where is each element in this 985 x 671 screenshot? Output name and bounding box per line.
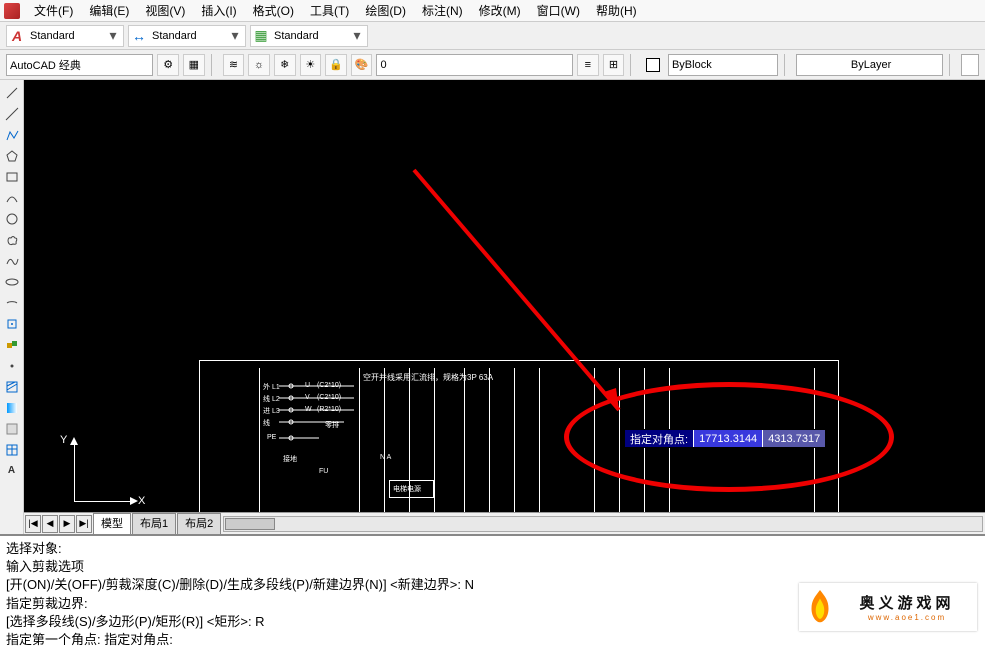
dimstyle-icon[interactable]: ↔ [129, 26, 149, 46]
tool-hatch[interactable] [2, 377, 22, 396]
tool-region[interactable] [2, 419, 22, 438]
layer-select[interactable] [376, 54, 573, 76]
workspace-select[interactable] [6, 54, 153, 76]
layer-lock-icon[interactable]: 🔒 [325, 54, 347, 76]
tab-nav-next[interactable]: ▶ [59, 515, 75, 533]
tool-table[interactable] [2, 440, 22, 459]
tool-block[interactable] [2, 335, 22, 354]
dropdown-icon[interactable]: ▾ [103, 26, 123, 46]
menu-view[interactable]: 视图(V) [137, 0, 193, 21]
tool-arc[interactable] [2, 188, 22, 207]
tool-revcloud[interactable] [2, 230, 22, 249]
tooltip-label: 指定对角点: [625, 430, 693, 447]
color-swatch-icon[interactable] [646, 58, 660, 72]
menu-dimension[interactable]: 标注(N) [414, 0, 471, 21]
workspace-settings-icon[interactable]: ⚙ [157, 54, 179, 76]
lineweight-select[interactable] [961, 54, 979, 76]
tablestyle-icon[interactable]: ▦ [251, 26, 271, 46]
tool-ellipsearc[interactable] [2, 293, 22, 312]
menu-insert[interactable]: 插入(I) [193, 0, 244, 21]
tool-line[interactable] [2, 83, 22, 102]
layer-freeze-icon[interactable]: ❄ [274, 54, 296, 76]
watermark-icon [803, 588, 837, 626]
watermark-url: www.aoe1.com [837, 613, 977, 622]
menu-draw[interactable]: 绘图(D) [357, 0, 414, 21]
tab-nav-first[interactable]: |◀ [25, 515, 41, 533]
tool-circle[interactable] [2, 209, 22, 228]
tab-nav-prev[interactable]: ◀ [42, 515, 58, 533]
drawing-canvas-wrap: 空开并线采用汇流排，规格为3P 63A 外 L1 线 L2 进 L3 线 PE … [24, 80, 985, 534]
tablestyle-select[interactable] [271, 26, 347, 46]
toolpalette-icon[interactable]: ▦ [183, 54, 205, 76]
tooltip-y: 4313.7317 [762, 430, 825, 447]
menu-bar: 文件(F) 编辑(E) 视图(V) 插入(I) 格式(O) 工具(T) 绘图(D… [0, 0, 985, 22]
tool-rectangle[interactable] [2, 167, 22, 186]
wire-lines [259, 380, 839, 460]
properties-toolbar: ⚙ ▦ ≋ ☼ ❄ ☀ 🔒 🎨 ≡ ⊞ [0, 50, 985, 80]
main-area: A 空开并线采用汇流排，规格为3P 63A 外 L1 [0, 80, 985, 534]
layer-bulb-icon[interactable]: ☼ [248, 54, 270, 76]
dropdown-icon[interactable]: ▾ [347, 26, 367, 46]
cmd-line: 指定第一个角点: 指定对角点: [6, 631, 979, 649]
tool-ellipse[interactable] [2, 272, 22, 291]
tool-point[interactable] [2, 356, 22, 375]
layers-icon[interactable]: ≋ [223, 54, 245, 76]
drawing-canvas[interactable]: 空开并线采用汇流排，规格为3P 63A 外 L1 线 L2 进 L3 线 PE … [24, 80, 985, 512]
layer-sun-icon[interactable]: ☀ [300, 54, 322, 76]
tool-xline[interactable] [2, 104, 22, 123]
layer-match-icon[interactable]: ⊞ [603, 54, 625, 76]
menu-format[interactable]: 格式(O) [245, 0, 302, 21]
tool-polygon[interactable] [2, 146, 22, 165]
tool-spline[interactable] [2, 251, 22, 270]
tab-nav-last[interactable]: ▶| [76, 515, 92, 533]
textstyle-select[interactable] [27, 26, 103, 46]
tooltip-x: 17713.3144 [693, 430, 762, 447]
textstyle-icon[interactable]: A [7, 26, 27, 46]
menu-help[interactable]: 帮助(H) [588, 0, 645, 21]
menu-edit[interactable]: 编辑(E) [81, 0, 137, 21]
ucs-y-label: Y [60, 434, 67, 446]
dropdown-icon[interactable]: ▾ [225, 26, 245, 46]
dimstyle-select[interactable] [149, 26, 225, 46]
draw-toolbar: A [0, 80, 24, 534]
layout-tabbar: |◀ ◀ ▶ ▶| 模型 布局1 布局2 [24, 512, 985, 534]
tool-mtext[interactable]: A [2, 461, 22, 480]
menu-tools[interactable]: 工具(T) [302, 0, 357, 21]
tool-insert[interactable] [2, 314, 22, 333]
layer-color-icon[interactable]: 🎨 [351, 54, 373, 76]
style-toolbar: A ▾ ↔ ▾ ▦ ▾ [0, 22, 985, 50]
tab-layout1[interactable]: 布局1 [132, 513, 176, 534]
color-select[interactable] [668, 54, 778, 76]
cmd-line: 选择对象: [6, 540, 979, 558]
watermark-title: 奥义游戏网 [837, 592, 977, 613]
menu-window[interactable]: 窗口(W) [529, 0, 588, 21]
tab-layout2[interactable]: 布局2 [177, 513, 221, 534]
ucs-x-label: X [138, 495, 145, 507]
app-icon [4, 3, 20, 19]
cmd-line: 输入剪裁选项 [6, 558, 979, 576]
tool-gradient[interactable] [2, 398, 22, 417]
menu-modify[interactable]: 修改(M) [471, 0, 529, 21]
layer-state-icon[interactable]: ≡ [577, 54, 599, 76]
linetype-select[interactable] [796, 54, 943, 76]
watermark: 奥义游戏网 www.aoe1.com [799, 583, 977, 631]
horizontal-scrollbar[interactable] [223, 516, 983, 532]
menu-file[interactable]: 文件(F) [26, 0, 81, 21]
tab-model[interactable]: 模型 [93, 513, 131, 534]
tool-pline[interactable] [2, 125, 22, 144]
coordinate-tooltip: 指定对角点: 17713.3144 4313.7317 [624, 429, 826, 448]
